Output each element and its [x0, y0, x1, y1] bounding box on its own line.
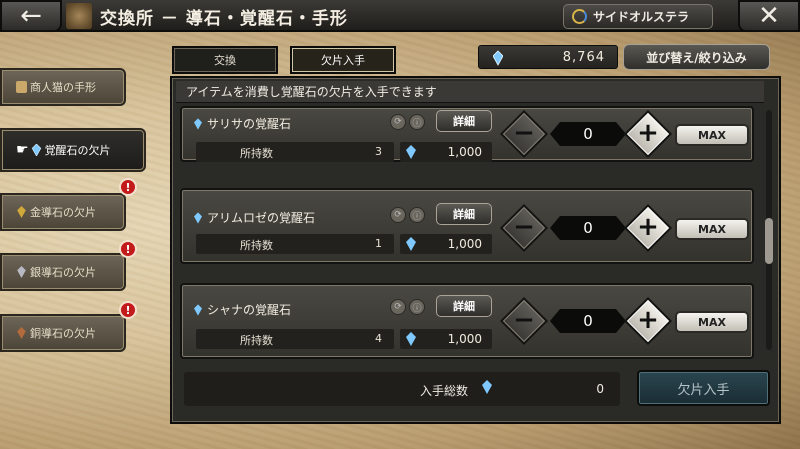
plus-icon: +: [637, 212, 659, 242]
ticket-icon: [16, 81, 27, 93]
total-obtained-bar: 入手総数 0: [184, 372, 620, 406]
close-x-icon: ✕: [758, 1, 780, 31]
item-name: サリサの覚醒石: [207, 117, 292, 131]
nav-item-copper-stone-shard[interactable]: 銅導石の欠片: [0, 314, 126, 352]
refresh-swap-icon: [572, 9, 587, 24]
owned-label: 所持数: [240, 239, 273, 252]
currency-display: 8,764: [478, 45, 618, 69]
nav-item-awakening-stone-shard[interactable]: ☛ 覚醒石の欠片: [0, 128, 146, 172]
cost-value: 1,000: [447, 332, 482, 346]
tab-exchange[interactable]: 交換: [172, 46, 278, 74]
panel-description: アイテムを消費し覚醒石の欠片を入手できます: [176, 81, 764, 103]
info-icon: ⓘ: [409, 207, 425, 223]
quantity-field[interactable]: 0: [550, 309, 626, 333]
blue-crystal-icon: [482, 380, 492, 394]
max-button[interactable]: MAX: [675, 218, 749, 240]
minus-icon: −: [513, 212, 535, 242]
owned-value: 4: [375, 332, 382, 345]
back-button[interactable]: ←: [0, 0, 62, 32]
cost-display: 1,000: [400, 329, 492, 349]
alert-badge: !: [119, 301, 137, 319]
back-arrow-icon: ←: [20, 1, 42, 31]
item-name: シャナの覚醒石: [207, 303, 292, 317]
nav-item-silver-stone-shard[interactable]: 銀導石の欠片: [0, 253, 126, 291]
detail-button[interactable]: 詳細: [436, 203, 492, 225]
cost-value: 1,000: [447, 145, 482, 159]
nav-item-merchant-cat-ticket[interactable]: 商人猫の手形: [0, 68, 126, 106]
currency-value: 8,764: [562, 49, 605, 65]
owned-value: 1: [375, 237, 382, 250]
blue-crystal-icon: [406, 332, 416, 346]
nav-item-label: 銀導石の欠片: [30, 266, 96, 279]
copper-stone-icon: [17, 327, 26, 339]
swap-icon: ⟳: [390, 299, 406, 315]
header-bar: ← 交換所 － 導石・覚醒石・手形 サイドオルステラ ✕: [0, 0, 800, 32]
crystal-icon: [194, 303, 202, 316]
blue-crystal-icon: [493, 50, 503, 66]
nav-item-label: 商人猫の手形: [30, 81, 96, 94]
blue-crystal-icon: [406, 237, 416, 251]
nav-item-label: 覚醒石の欠片: [44, 144, 111, 157]
owned-value: 3: [375, 145, 382, 158]
owned-count: 所持数 4: [196, 329, 394, 349]
nav-item-label: 銅導石の欠片: [30, 327, 96, 340]
detail-button[interactable]: 詳細: [436, 295, 492, 317]
quantity-field[interactable]: 0: [550, 122, 626, 146]
owned-count: 所持数 3: [196, 142, 394, 162]
gold-stone-icon: [17, 206, 26, 218]
close-button[interactable]: ✕: [738, 0, 800, 32]
scrollbar-thumb[interactable]: [765, 218, 773, 264]
pointing-hand-icon: ☛: [16, 142, 29, 158]
minus-icon: −: [513, 118, 535, 148]
quantity-field[interactable]: 0: [550, 216, 626, 240]
cost-display: 1,000: [400, 234, 492, 254]
blue-crystal-icon: [406, 145, 416, 159]
info-icon: ⓘ: [409, 299, 425, 315]
alert-badge: !: [119, 240, 137, 258]
cost-display: 1,000: [400, 142, 492, 162]
swap-icon: ⟳: [390, 114, 406, 130]
total-value: 0: [596, 382, 604, 396]
detail-button[interactable]: 詳細: [436, 110, 492, 132]
alert-badge: !: [119, 178, 137, 196]
silver-stone-icon: [17, 266, 26, 278]
info-icon: ⓘ: [409, 114, 425, 130]
crystal-icon: [194, 211, 202, 224]
crystal-icon: [31, 144, 41, 156]
nav-item-gold-stone-shard[interactable]: 金導石の欠片: [0, 193, 126, 231]
plus-icon: +: [637, 305, 659, 335]
owned-label: 所持数: [240, 147, 273, 160]
page-title: 交換所 － 導石・覚醒石・手形: [100, 9, 348, 29]
side-orsterra-button[interactable]: サイドオルステラ: [563, 4, 713, 29]
max-button[interactable]: MAX: [675, 311, 749, 333]
tab-obtain-shards[interactable]: 欠片入手: [290, 46, 396, 74]
owned-count: 所持数 1: [196, 234, 394, 254]
nav-item-label: 金導石の欠片: [30, 206, 96, 219]
owned-label: 所持数: [240, 334, 273, 347]
plus-icon: +: [637, 118, 659, 148]
swap-icon: ⟳: [390, 207, 406, 223]
total-label: 入手総数: [420, 384, 469, 398]
sort-filter-button[interactable]: 並び替え/絞り込み: [623, 44, 770, 70]
minus-icon: −: [513, 305, 535, 335]
side-orsterra-label: サイドオルステラ: [593, 10, 690, 24]
item-name: アリムロゼの覚醒石: [207, 211, 316, 225]
shop-cat-icon: [66, 3, 92, 29]
cost-value: 1,000: [447, 237, 482, 251]
crystal-icon: [194, 117, 202, 130]
max-button[interactable]: MAX: [675, 124, 749, 146]
obtain-shards-button[interactable]: 欠片入手: [637, 370, 770, 406]
